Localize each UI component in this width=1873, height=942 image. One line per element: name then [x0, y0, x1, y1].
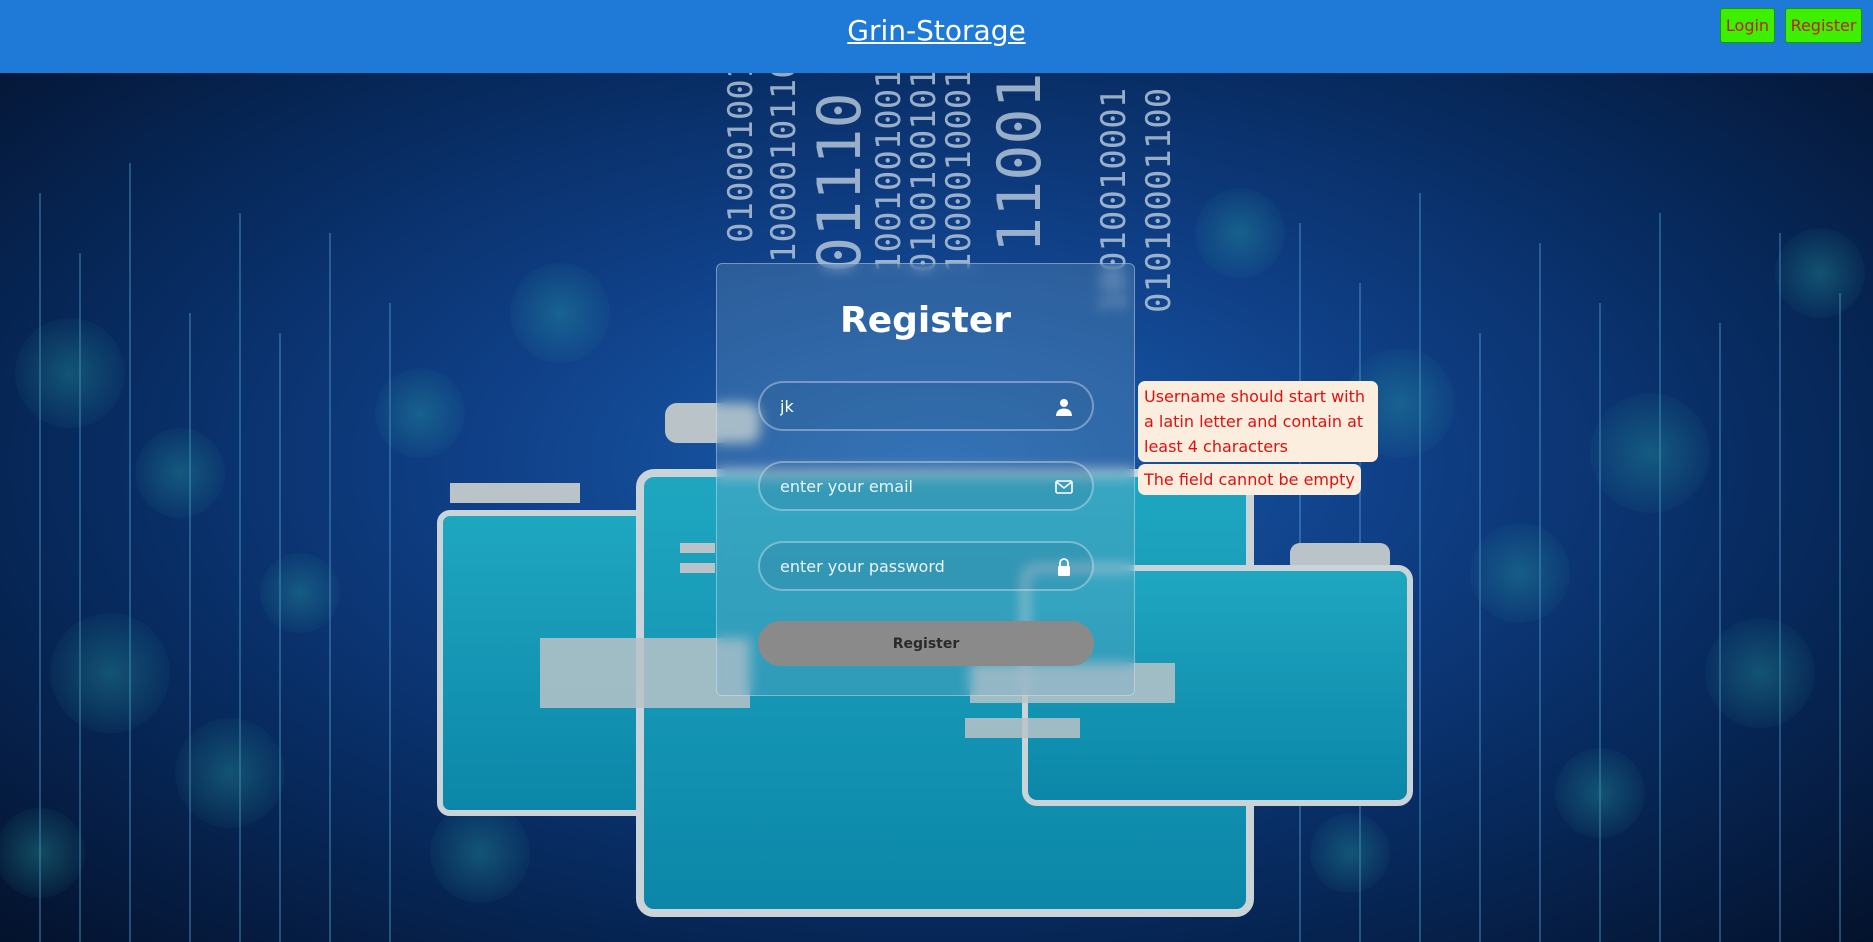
- user-icon: [1056, 399, 1072, 416]
- svg-text:1000010110: 1000010110: [764, 73, 804, 263]
- svg-text:0100100101: 0100100101: [904, 73, 944, 273]
- svg-text:01110: 01110: [805, 92, 875, 273]
- top-header: Grin-Storage Login Register: [0, 0, 1873, 73]
- register-nav-button[interactable]: Register: [1785, 8, 1862, 43]
- lock-icon: [1058, 558, 1070, 576]
- email-error-tooltip: The field cannot be empty: [1138, 464, 1361, 495]
- register-submit-button[interactable]: Register: [758, 621, 1094, 666]
- svg-text:01010001100: 01010001100: [1139, 88, 1179, 313]
- username-input[interactable]: [780, 383, 1050, 429]
- svg-text:1001001001: 1001001001: [869, 73, 909, 273]
- svg-text:110010: 110010: [985, 73, 1055, 253]
- svg-text:1000010001: 1000010001: [939, 73, 979, 273]
- svg-text:010001001: 010001001: [721, 73, 761, 243]
- password-field: [758, 541, 1094, 591]
- login-button[interactable]: Login: [1720, 8, 1775, 43]
- username-error-tooltip: Username should start with a latin lette…: [1138, 381, 1378, 462]
- form-title: Register: [839, 300, 1012, 341]
- site-title-link[interactable]: Grin-Storage: [0, 14, 1873, 47]
- password-input[interactable]: [780, 543, 1050, 589]
- register-form-card: Register Register: [716, 263, 1135, 696]
- email-field: [758, 461, 1094, 511]
- envelope-icon: [1055, 480, 1073, 494]
- username-field: [758, 381, 1094, 431]
- email-input[interactable]: [780, 463, 1050, 509]
